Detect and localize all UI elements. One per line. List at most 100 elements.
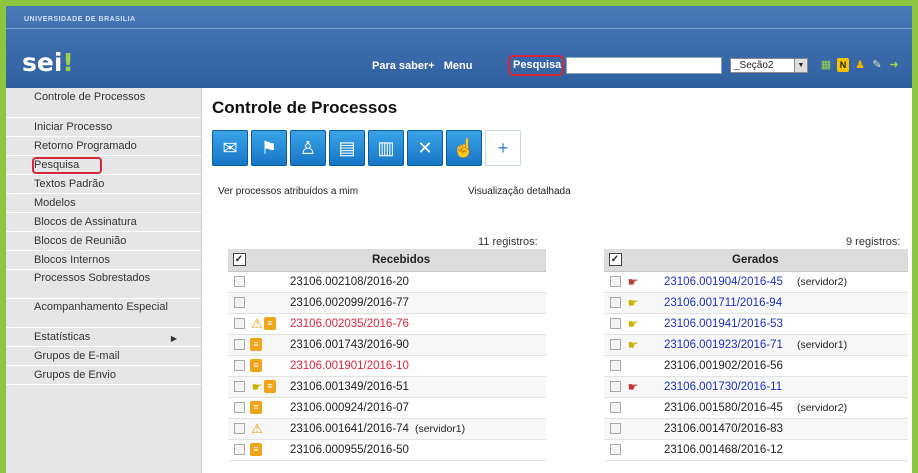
process-link[interactable]: 23106.001349/2016-51 [290,381,409,393]
note-icon[interactable]: ≡ [250,359,262,372]
search-input[interactable] [566,57,722,74]
row-checkbox[interactable] [234,380,245,392]
sidebar-item-modelos[interactable]: Modelos [6,194,201,213]
note-icon[interactable]: ≡ [250,338,262,351]
status-icons-cell: ≡ [250,439,290,461]
hand-yellow-icon[interactable]: ☛ [626,296,640,310]
sidebar-item-pesquisa[interactable]: Pesquisa [6,156,201,175]
process-link[interactable]: 23106.001468/2016-12 [664,444,783,456]
sidebar-item-retorno-programado[interactable]: Retorno Programado [6,137,201,156]
new-document-icon[interactable]: + [485,130,521,166]
hand-yellow-icon[interactable]: ☛ [626,317,640,331]
row-checkbox[interactable] [234,401,245,413]
row-checkbox-cell [604,313,626,335]
row-checkbox[interactable] [610,443,621,455]
row-checkbox[interactable] [610,359,621,371]
row-checkbox[interactable] [234,422,245,434]
process-link[interactable]: 23106.001743/2016-90 [290,339,409,351]
grid-icon[interactable]: ▦ [820,58,832,72]
row-checkbox[interactable] [610,296,621,308]
process-link[interactable]: 23106.000924/2016-07 [290,402,409,414]
process-link[interactable]: 23106.001904/2016-45 [664,276,783,288]
sidebar-item-controle-processos[interactable]: Controle de Processos [6,88,201,118]
sidebar-item-textos-padrao[interactable]: Textos Padrão [6,175,201,194]
row-checkbox[interactable] [610,401,621,413]
menu-link[interactable]: Menu [444,60,473,72]
select-all-gerados[interactable]: ✓ [604,249,626,272]
warning-icon[interactable]: ⚠ [250,316,264,331]
row-checkbox-cell [228,334,250,356]
row-checkbox[interactable] [610,380,621,392]
sidebar-item-acompanhamento-especial[interactable]: Acompanhamento Especial [6,299,201,328]
row-checkbox[interactable] [234,359,245,371]
follow-icon[interactable]: ☝ [446,130,482,166]
process-cell: 23106.001349/2016-51 [290,376,546,398]
process-link[interactable]: 23106.001902/2016-56 [664,360,783,372]
person-assign-icon[interactable]: ♙ [290,130,326,166]
process-link[interactable]: 23106.002108/2016-20 [290,276,409,288]
wrench-icon[interactable]: ✎ [871,58,883,72]
note-icon[interactable]: ≡ [250,443,262,456]
status-icons-cell: ☛ [626,271,664,293]
table-row: ⚠ ≡ 23106.002035/2016-76 [228,313,546,335]
row-checkbox[interactable] [610,422,621,434]
process-cell: 23106.002108/2016-20 [290,271,546,293]
status-icons-cell [626,439,664,461]
sei-logo[interactable]: sei! [22,48,74,77]
table-row: 23106.001470/2016-83 [604,418,908,440]
assign-icon[interactable]: ⚑ [251,130,287,166]
note-icon[interactable]: ≡ [250,401,262,414]
unit-select[interactable]: _Seção2 ▼ [730,58,808,73]
process-link[interactable]: 23106.001923/2016-71 [664,339,783,351]
cancel-icon[interactable]: ✕ [407,130,443,166]
process-link[interactable]: 23106.001470/2016-83 [664,423,783,435]
hand-yellow-icon[interactable]: ☛ [626,338,640,352]
process-link[interactable]: 23106.001730/2016-11 [664,381,782,393]
process-link[interactable]: 23106.001711/2016-94 [664,297,782,309]
hand-red-icon[interactable]: ☛ [626,275,640,289]
sidebar-item-grupos-envio[interactable]: Grupos de Envio [6,366,201,385]
link-detailed-view[interactable]: Visualização detalhada [468,186,571,197]
sidebar-menu: Controle de Processos Iniciar Processo R… [6,88,202,473]
process-link[interactable]: 23106.001580/2016-45 [664,402,783,414]
recebidos-table: ✓ Recebidos 23106.002108/2016-20 23106.00… [228,249,546,461]
select-all-recebidos[interactable]: ✓ [228,249,250,272]
para-saber-link[interactable]: Para saber+ [372,60,435,72]
hand-red-icon[interactable]: ☛ [626,380,640,394]
note-icon[interactable]: ≡ [264,380,276,393]
process-link[interactable]: 23106.001641/2016-74 [290,423,409,435]
sidebar-item-iniciar-processo[interactable]: Iniciar Processo [6,118,201,137]
close-process-icon[interactable]: ▥ [368,130,404,166]
row-checkbox[interactable] [610,317,621,329]
hand-yellow-icon[interactable]: ☛ [250,380,264,394]
row-checkbox[interactable] [234,296,245,308]
row-checkbox[interactable] [610,338,621,350]
row-checkbox[interactable] [610,275,621,287]
sidebar-item-blocos-assinatura[interactable]: Blocos de Assinatura [6,213,201,232]
exit-icon[interactable]: ➜ [888,58,900,72]
row-checkbox[interactable] [234,443,245,455]
books-icon[interactable]: ▤ [329,130,365,166]
sidebar-item-blocos-reuniao[interactable]: Blocos de Reunião [6,232,201,251]
sidebar-item-blocos-internos[interactable]: Blocos Internos [6,251,201,270]
process-link[interactable]: 23106.002035/2016-76 [290,318,409,330]
n-icon[interactable]: N [837,58,849,72]
process-link[interactable]: 23106.002099/2016-77 [290,297,409,309]
row-checkbox[interactable] [234,275,245,287]
process-cell: 23106.001904/2016-45 (servidor2) [664,271,908,293]
process-link[interactable]: 23106.000955/2016-50 [290,444,409,456]
sidebar-item-processos-sobrestados[interactable]: Processos Sobrestados [6,270,201,299]
sidebar-item-grupos-email[interactable]: Grupos de E-mail [6,347,201,366]
sidebar-item-estatisticas[interactable]: Estatísticas ▶ [6,328,201,347]
send-document-icon[interactable]: ✉ [212,130,248,166]
row-checkbox[interactable] [234,338,245,350]
row-checkbox[interactable] [234,317,245,329]
process-link[interactable]: 23106.001901/2016-10 [290,360,409,372]
pesquisa-link[interactable]: Pesquisa [508,55,564,76]
sidebar-item-label: Estatísticas [34,331,91,343]
link-assigned-to-me[interactable]: Ver processos atribuídos a mim [218,186,358,197]
warning-icon[interactable]: ⚠ [250,421,264,436]
process-link[interactable]: 23106.001941/2016-53 [664,318,783,330]
note-icon[interactable]: ≡ [264,317,276,330]
person-icon[interactable]: ♟ [854,58,866,72]
